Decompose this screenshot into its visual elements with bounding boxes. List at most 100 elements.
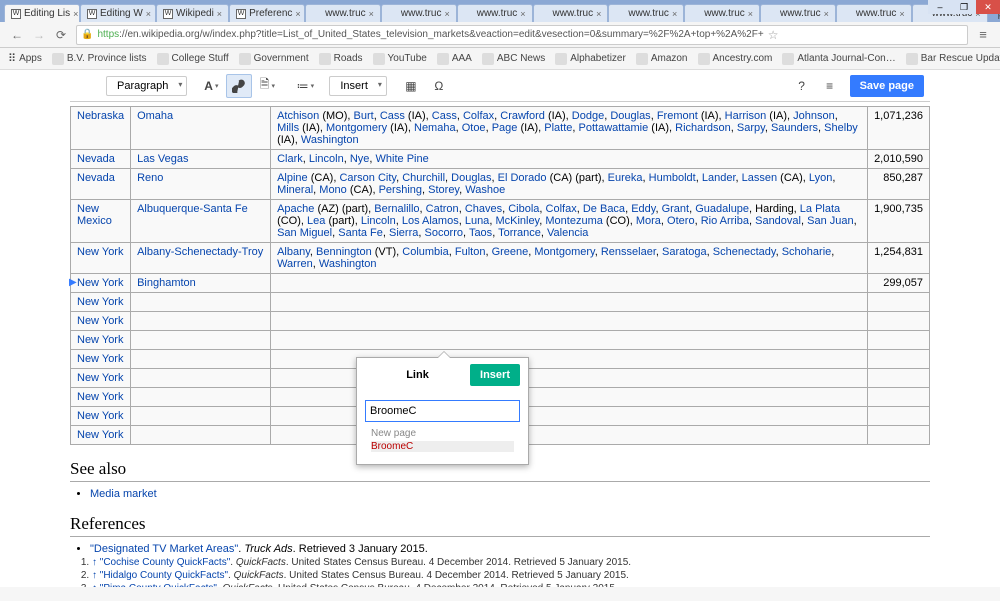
state-link[interactable]: Nevada [77, 153, 115, 165]
browser-tab[interactable]: www.truc× [684, 4, 760, 22]
table-row[interactable]: New York Albany-Schenectady-Troy Albany,… [71, 243, 930, 274]
bookmark-item[interactable]: AAA [437, 53, 472, 65]
apps-button[interactable]: ⠿Apps [8, 52, 42, 65]
state-link[interactable]: New York [77, 296, 123, 308]
forward-button[interactable]: → [28, 24, 50, 46]
suggestion-redlink[interactable]: BroomeC [371, 441, 514, 452]
popup-insert-button[interactable]: Insert [470, 364, 520, 386]
browser-tab[interactable]: www.truc× [381, 4, 457, 22]
state-link[interactable]: Nebraska [77, 110, 124, 122]
city-link[interactable]: Reno [137, 172, 163, 184]
tab-close-icon[interactable]: × [824, 9, 829, 19]
browser-tab[interactable]: www.truc× [760, 4, 836, 22]
table-row[interactable]: ▶New York Binghamton 299,057 [71, 274, 930, 293]
bookmark-item[interactable]: Amazon [636, 53, 688, 65]
browser-tab[interactable]: WWikipedi× [156, 4, 229, 22]
ref-up-icon[interactable]: ↑ [92, 557, 97, 568]
list-button[interactable]: ≔ [292, 74, 318, 98]
state-link[interactable]: New York [77, 277, 123, 289]
insert-dropdown[interactable]: Insert [329, 76, 387, 96]
tab-close-icon[interactable]: × [73, 9, 78, 19]
bookmark-item[interactable]: ABC News [482, 53, 545, 65]
state-link[interactable]: New York [77, 410, 123, 422]
window-maximize-button[interactable]: ❐ [952, 0, 976, 14]
state-link[interactable]: New York [77, 246, 123, 258]
table-row[interactable]: New York [71, 293, 930, 312]
state-link[interactable]: New York [77, 391, 123, 403]
table-row[interactable]: New York [71, 331, 930, 350]
bookmark-item[interactable]: Ancestry.com [698, 53, 773, 65]
tab-close-icon[interactable]: × [217, 9, 222, 19]
back-button[interactable]: ← [6, 24, 28, 46]
browser-tab[interactable]: WEditing W× [80, 4, 156, 22]
ref-link[interactable]: "Designated TV Market Areas" [90, 543, 238, 555]
tab-close-icon[interactable]: × [748, 9, 753, 19]
state-link[interactable]: New Mexico [77, 203, 112, 227]
city-link[interactable]: Omaha [137, 110, 173, 122]
browser-tab[interactable]: WPreferenc× [229, 4, 305, 22]
city-link[interactable]: Albany-Schenectady-Troy [137, 246, 263, 258]
counties-cell[interactable]: Apache (AZ) (part), Bernalillo, Catron, … [271, 200, 868, 243]
counties-cell[interactable] [271, 274, 868, 293]
tab-close-icon[interactable]: × [444, 9, 449, 19]
counties-cell[interactable]: Alpine (CA), Carson City, Churchill, Dou… [271, 169, 868, 200]
bookmark-item[interactable]: Roads [319, 53, 363, 65]
special-char-button[interactable]: Ω [426, 74, 452, 98]
reload-button[interactable]: ⟳ [50, 24, 72, 46]
bookmark-item[interactable]: Atlanta Journal-Con… [782, 53, 895, 65]
tab-close-icon[interactable]: × [672, 9, 677, 19]
city-link[interactable]: Las Vegas [137, 153, 188, 165]
page-options-button[interactable]: ≡ [817, 74, 843, 98]
tab-close-icon[interactable]: × [520, 9, 525, 19]
bookmark-item[interactable]: Government [239, 53, 309, 65]
counties-cell[interactable] [271, 312, 868, 331]
address-bar[interactable]: 🔒 https://en.wikipedia.org/w/index.php?t… [76, 25, 968, 45]
link-button[interactable] [226, 74, 252, 98]
paragraph-dropdown[interactable]: Paragraph [106, 76, 187, 96]
counties-cell[interactable] [271, 331, 868, 350]
browser-tab[interactable]: www.truc× [608, 4, 684, 22]
bookmark-item[interactable]: Bar Rescue Updates [906, 53, 1000, 65]
tab-close-icon[interactable]: × [596, 9, 601, 19]
tab-close-icon[interactable]: × [899, 9, 904, 19]
bookmark-item[interactable]: Alphabetizer [555, 53, 626, 65]
table-button[interactable]: ▦ [398, 74, 424, 98]
city-link[interactable]: Binghamton [137, 277, 196, 289]
window-minimize-button[interactable]: – [928, 0, 952, 14]
window-close-button[interactable]: ✕ [976, 0, 1000, 14]
table-row[interactable]: New York [71, 312, 930, 331]
help-button[interactable]: ? [789, 74, 815, 98]
tab-close-icon[interactable]: × [295, 9, 300, 19]
table-row[interactable]: Nebraska Omaha Atchison (MO), Burt, Cass… [71, 107, 930, 150]
ref-up-icon[interactable]: ↑ [92, 570, 97, 581]
city-link[interactable]: Albuquerque-Santa Fe [137, 203, 248, 215]
counties-cell[interactable]: Albany, Bennington (VT), Columbia, Fulto… [271, 243, 868, 274]
browser-tab[interactable]: www.truc× [533, 4, 609, 22]
table-row[interactable]: Nevada Las Vegas Clark, Lincoln, Nye, Wh… [71, 150, 930, 169]
table-row[interactable]: New Mexico Albuquerque-Santa Fe Apache (… [71, 200, 930, 243]
text-style-button[interactable]: A [198, 74, 224, 98]
counties-cell[interactable]: Atchison (MO), Burt, Cass (IA), Cass, Co… [271, 107, 868, 150]
browser-tab[interactable]: www.truc× [305, 4, 381, 22]
page-content[interactable]: Paragraph A 🗎 ≔ Insert ▦ Ω ? ≡ Save page… [0, 70, 1000, 587]
browser-tab[interactable]: www.truc× [457, 4, 533, 22]
state-link[interactable]: Nevada [77, 172, 115, 184]
cite-button[interactable]: 🗎 [254, 74, 280, 98]
see-also-link[interactable]: Media market [90, 488, 157, 500]
state-link[interactable]: New York [77, 334, 123, 346]
state-link[interactable]: New York [77, 353, 123, 365]
link-target-input[interactable] [365, 400, 520, 422]
browser-tab[interactable]: www.truc× [836, 4, 912, 22]
bookmark-star-icon[interactable]: ☆ [768, 28, 779, 42]
ref-link[interactable]: "Pima County QuickFacts" [100, 583, 217, 587]
ref-link[interactable]: "Hidalgo County QuickFacts" [100, 570, 228, 581]
ref-up-icon[interactable]: ↑ [92, 583, 97, 587]
state-link[interactable]: New York [77, 315, 123, 327]
chrome-menu-button[interactable]: ≡ [972, 24, 994, 46]
browser-tab[interactable]: WEditing Lis× [4, 4, 80, 22]
bookmark-item[interactable]: YouTube [373, 53, 427, 65]
save-page-button[interactable]: Save page [850, 75, 924, 97]
counties-cell[interactable]: Clark, Lincoln, Nye, White Pine [271, 150, 868, 169]
state-link[interactable]: New York [77, 372, 123, 384]
bookmark-item[interactable]: B.V. Province lists [52, 53, 147, 65]
